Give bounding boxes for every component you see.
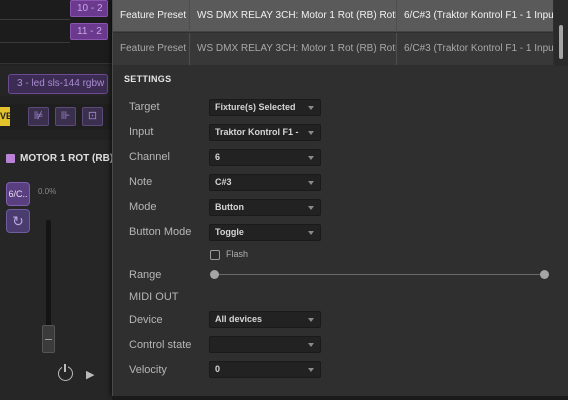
fader-handle[interactable] <box>42 325 55 353</box>
device-value: All devices <box>215 314 263 324</box>
preset-fixture: WS DMX RELAY 3CH: Motor 1 Rot (RB) RotLe… <box>190 0 397 32</box>
chevron-down-icon <box>308 156 314 160</box>
range-label: Range <box>129 269 162 281</box>
fixture-title: MOTOR 1 ROT (RB) <box>6 153 113 164</box>
target-value: Fixture(s) Selected <box>215 102 296 112</box>
chevron-down-icon <box>308 206 314 210</box>
layer-pill[interactable]: 3 - led sls-144 rgbw <box>8 74 108 94</box>
chevron-down-icon <box>308 368 314 372</box>
mode-value: Button <box>215 202 244 212</box>
mode-dropdown[interactable]: Button <box>209 199 321 216</box>
channel-value: 6 <box>215 152 221 162</box>
fixture-color-swatch <box>6 154 15 163</box>
note-value: C#3 <box>215 177 232 187</box>
table-scrollbar[interactable] <box>554 0 568 66</box>
midi-out-heading: MIDI OUT <box>129 291 179 303</box>
divider <box>0 19 70 20</box>
range-min-handle[interactable] <box>210 270 219 279</box>
velocity-dropdown[interactable]: 0 <box>209 361 321 378</box>
channel-label: Channel <box>129 151 170 163</box>
range-slider[interactable] <box>214 274 545 275</box>
midi-mapping-popup: Feature Preset WS DMX RELAY 3CH: Motor 1… <box>112 0 568 396</box>
fixture-name: MOTOR 1 ROT (RB) <box>20 153 114 164</box>
settings-heading: SETTINGS <box>124 74 172 84</box>
chevron-down-icon <box>308 318 314 322</box>
refresh-icon[interactable]: ↻ <box>6 209 30 233</box>
preset-type: Feature Preset <box>113 0 190 32</box>
range-max-handle[interactable] <box>540 270 549 279</box>
divider <box>0 42 70 43</box>
power-icon[interactable] <box>58 364 73 381</box>
preset-mapping: 6/C#3 (Traktor Kontrol F1 - 1 Input) <box>404 10 553 21</box>
input-value: Traktor Kontrol F1 - <box>215 127 299 137</box>
target-dropdown[interactable]: Fixture(s) Selected <box>209 99 321 116</box>
bottom-bar <box>112 396 568 400</box>
button-mode-dropdown[interactable]: Toggle <box>209 224 321 241</box>
cue-button[interactable]: 6/C.. <box>6 182 30 206</box>
device-label: Device <box>129 314 163 326</box>
chevron-down-icon <box>308 343 314 347</box>
note-label: Note <box>129 176 153 188</box>
input-label: Input <box>129 126 154 138</box>
app-root: 10 - 2 11 - 2 3 - led sls-144 rgbw VE ⊯ … <box>0 0 568 400</box>
table-row[interactable]: Feature Preset WS DMX RELAY 3CH: Motor 1… <box>113 0 553 32</box>
target-label: Target <box>129 101 160 113</box>
scrollbar-thumb[interactable] <box>559 25 563 59</box>
velocity-value: 0 <box>215 364 221 374</box>
cue-percent: 0.0% <box>38 187 57 196</box>
faders-icon[interactable]: ⊪ <box>55 107 76 126</box>
table-row[interactable]: Feature Preset WS DMX RELAY 3CH: Motor 1… <box>113 33 553 65</box>
track-pill[interactable]: 11 - 2 <box>70 23 108 40</box>
flash-label: Flash <box>226 249 249 259</box>
chevron-down-icon <box>308 181 314 185</box>
flash-checkbox[interactable] <box>210 250 220 260</box>
input-dropdown[interactable]: Traktor Kontrol F1 - <box>209 124 321 141</box>
mode-label: Mode <box>129 201 157 213</box>
velocity-label: Velocity <box>129 364 167 376</box>
control-state-label: Control state <box>129 339 192 351</box>
play-icon[interactable]: ▶ <box>86 368 94 381</box>
preset-fixture: WS DMX RELAY 3CH: Motor 1 Rot (RB) RotLe… <box>190 33 397 65</box>
track-pill[interactable]: 10 - 2 <box>70 0 108 17</box>
note-dropdown[interactable]: C#3 <box>209 174 321 191</box>
chevron-down-icon <box>308 131 314 135</box>
fader-icon[interactable]: ⊯ <box>28 107 49 126</box>
channel-dropdown[interactable]: 6 <box>209 149 321 166</box>
control-state-dropdown[interactable] <box>209 336 321 353</box>
chevron-down-icon <box>308 231 314 235</box>
button-mode-label: Button Mode <box>129 226 192 238</box>
button-mode-value: Toggle <box>215 227 244 237</box>
crosshair-icon[interactable]: ⊡ <box>82 107 103 126</box>
live-button[interactable]: VE <box>0 107 12 126</box>
chevron-down-icon <box>308 106 314 110</box>
fixture-panel <box>0 140 112 400</box>
preset-type: Feature Preset <box>113 33 190 65</box>
device-dropdown[interactable]: All devices <box>209 311 321 328</box>
preset-mapping: 6/C#3 (Traktor Kontrol F1 - 1 Input) <box>404 43 553 54</box>
